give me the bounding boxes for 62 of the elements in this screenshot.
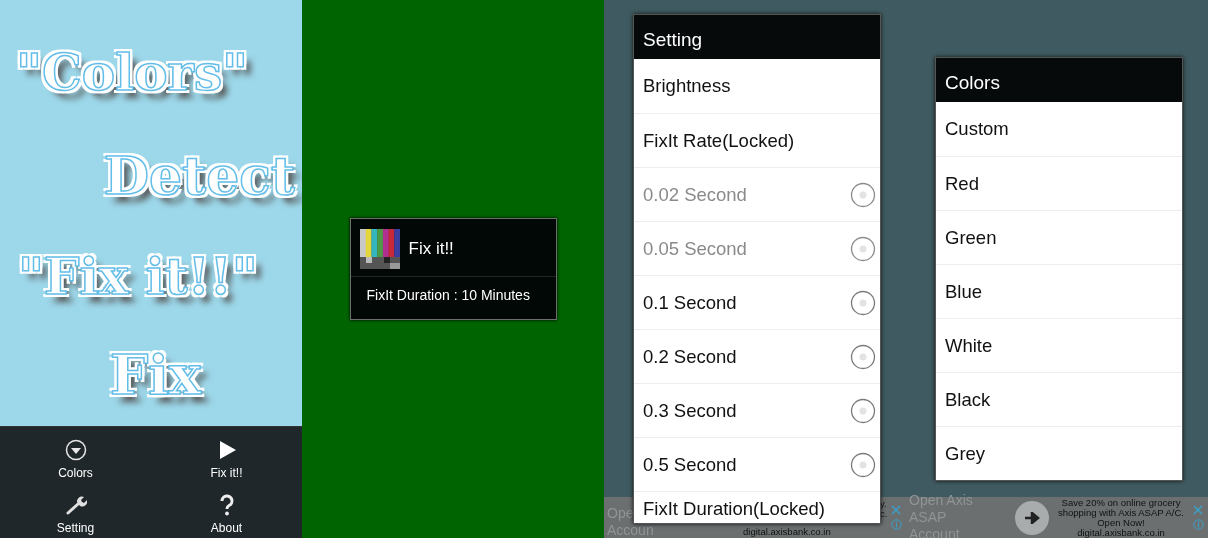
item-label: 0.3 Second — [643, 399, 737, 422]
list-item[interactable]: Blue — [936, 264, 1182, 318]
ad-text: Open Now! — [1097, 517, 1145, 528]
item-label: FixIt Duration(Locked) — [643, 498, 825, 520]
list-item[interactable]: 0.3 Second — [634, 383, 880, 437]
list-item[interactable]: 0.2 Second — [634, 329, 880, 383]
list-item[interactable]: Custom — [936, 102, 1182, 156]
logo-text: Detect — [104, 150, 295, 202]
menu-label: Colors — [58, 465, 93, 480]
list-item[interactable]: 0.5 Second — [634, 437, 880, 491]
dialog-message: FixIt Duration : 10 Minutes — [365, 286, 531, 305]
item-label: Black — [945, 388, 991, 411]
radio-button[interactable] — [850, 397, 876, 424]
ad-url: digital.axisbank.co.in — [1076, 527, 1166, 538]
radio-button[interactable] — [850, 343, 876, 370]
ad-url: digital.axisbank.co.in — [743, 527, 831, 537]
radio-button[interactable] — [850, 289, 876, 316]
menu-item[interactable]: Colors — [30, 427, 121, 483]
list-item[interactable]: Grey — [936, 426, 1182, 480]
item-label: 0.2 Second — [643, 345, 737, 368]
dialog-title: Colors — [936, 58, 1182, 102]
item-label: 0.05 Second — [643, 237, 747, 260]
list-item[interactable]: 0.1 Second — [634, 275, 880, 329]
wrench-icon — [64, 494, 87, 516]
item-label: 0.5 Second — [643, 453, 737, 476]
ad-text: Save 20% on online grocery — [1060, 497, 1181, 508]
menu-label: Setting — [56, 521, 95, 535]
item-label: Custom — [945, 118, 1009, 140]
dropdown-icon — [64, 438, 87, 461]
menu-item[interactable]: Setting — [30, 482, 121, 538]
item-label: Grey — [945, 442, 986, 465]
logo-text: Fix — [110, 348, 202, 402]
list-item[interactable]: FixIt Rate(Locked) — [634, 113, 880, 167]
dialog-title: Setting — [634, 15, 880, 59]
menu-item[interactable]: About — [181, 482, 272, 538]
item-label: White — [945, 334, 993, 357]
item-label: 0.1 Second — [643, 291, 737, 314]
item-label: Blue — [945, 280, 983, 303]
radio-button[interactable] — [850, 451, 876, 478]
item-label: FixIt Rate(Locked) — [643, 129, 795, 152]
item-label: Brightness — [643, 75, 731, 97]
item-label: Green — [945, 226, 997, 249]
item-label: 0.02 Second — [643, 183, 747, 206]
logo-text: "Fix it!!" — [18, 252, 258, 302]
ad-text: shopping with Axis ASAP A/C. — [1056, 507, 1185, 518]
arrow-button[interactable] — [1015, 500, 1049, 535]
menu-label: Fix it!! — [210, 465, 243, 480]
logo-text: "Colors" — [16, 48, 249, 98]
list-item[interactable]: FixIt Duration(Locked) — [634, 491, 880, 522]
list-item[interactable]: Red — [936, 156, 1182, 210]
close-icon[interactable] — [891, 505, 901, 515]
menu-label: About — [210, 521, 243, 535]
list-item[interactable]: Brightness — [634, 59, 880, 113]
item-label: Red — [945, 172, 979, 195]
list-item[interactable]: Green — [936, 210, 1182, 264]
arrow-icon — [1024, 511, 1040, 524]
menu-item[interactable]: Fix it!! — [181, 427, 272, 483]
list-item[interactable]: White — [936, 318, 1182, 372]
color-bars-icon — [359, 229, 400, 269]
close-icon[interactable] — [1193, 505, 1203, 515]
dialog-title: Fix it!! — [408, 239, 454, 259]
list-item[interactable]: Black — [936, 372, 1182, 426]
